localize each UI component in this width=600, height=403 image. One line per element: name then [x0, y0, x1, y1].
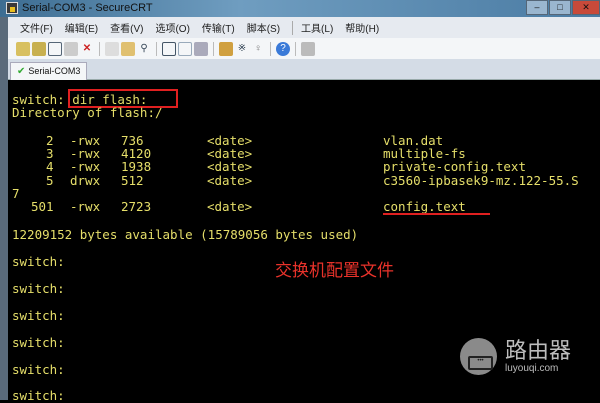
menu-file[interactable]: 文件(F) — [20, 20, 53, 35]
annotation-label: 交换机配置文件 — [275, 261, 394, 281]
copy-icon[interactable] — [105, 41, 119, 56]
keymap-icon[interactable]: ※ — [235, 42, 249, 56]
toolbar-separator — [270, 41, 271, 56]
highlight-underline — [383, 213, 490, 215]
prompt-line: switch: — [12, 388, 65, 403]
prompt-line: switch: — [12, 281, 65, 296]
prompt-line: switch: — [12, 335, 65, 350]
menu-help[interactable]: 帮助(H) — [345, 20, 379, 35]
close-button[interactable]: ✕ — [572, 0, 600, 15]
print-setup-icon[interactable] — [162, 41, 176, 56]
window-title: Serial-COM3 - SecureCRT — [22, 2, 153, 14]
key-icon[interactable]: ♀ — [251, 42, 265, 56]
window-frame — [0, 17, 8, 400]
quick-connect-icon[interactable] — [16, 41, 30, 56]
watermark-url: luyouqi.com — [505, 363, 559, 374]
find-icon[interactable]: ⚲ — [137, 42, 151, 56]
toolbar-separator — [156, 41, 157, 56]
disconnect-icon[interactable]: ✕ — [80, 42, 94, 56]
connect-in-tab-icon[interactable] — [32, 41, 46, 56]
tab-label: Serial-COM3 — [28, 66, 81, 76]
prompt-line: switch: — [12, 362, 65, 377]
print-selection-icon[interactable] — [178, 41, 192, 56]
bytes-summary: 12209152 bytes available (15789056 bytes… — [12, 227, 359, 242]
menu-options[interactable]: 选项(O) — [155, 20, 189, 35]
toolbar-separator — [213, 41, 214, 56]
toolbar: ✕ ⚲ ※ ♀ ? — [8, 38, 600, 59]
check-icon: ✔ — [17, 66, 26, 77]
menu-bar: 文件(F) 编辑(E) 查看(V) 选项(O) 传输(T) 脚本(S) 工具(L… — [8, 17, 600, 38]
menu-view[interactable]: 查看(V) — [110, 20, 143, 35]
tab-serial-com3[interactable]: ✔ Serial-COM3 — [10, 62, 88, 80]
prompt-line: switch: — [12, 308, 65, 323]
minimize-button[interactable]: – — [526, 0, 548, 15]
watermark: 路由器 luyouqi.com — [460, 338, 571, 375]
tab-bar: ✔ Serial-COM3 — [8, 59, 600, 80]
print-icon[interactable] — [194, 41, 208, 56]
toolbar-separator — [295, 41, 296, 56]
menu-script[interactable]: 脚本(S) — [247, 20, 280, 35]
title-bar: Serial-COM3 - SecureCRT – □ ✕ — [0, 0, 600, 17]
lock-icon[interactable] — [301, 41, 315, 56]
menu-transfer[interactable]: 传输(T) — [202, 20, 235, 35]
watermark-title: 路由器 — [505, 338, 572, 363]
reconnect-icon[interactable] — [48, 41, 62, 56]
wrapped-line: 7 — [12, 186, 20, 201]
router-logo-icon — [460, 338, 497, 375]
disconnect-all-icon[interactable] — [64, 41, 78, 56]
directory-line: Directory of flash:/ — [12, 105, 163, 120]
menu-tools[interactable]: 工具(L) — [301, 20, 333, 35]
paste-icon[interactable] — [121, 41, 135, 56]
prompt-line: switch: — [12, 254, 65, 269]
menu-separator — [292, 20, 294, 35]
maximize-button[interactable]: □ — [549, 0, 571, 15]
help-icon[interactable]: ? — [276, 41, 290, 56]
menu-edit[interactable]: 编辑(E) — [65, 20, 98, 35]
session-options-icon[interactable] — [219, 41, 233, 56]
toolbar-separator — [99, 41, 100, 56]
securecrt-app-icon — [6, 2, 18, 14]
